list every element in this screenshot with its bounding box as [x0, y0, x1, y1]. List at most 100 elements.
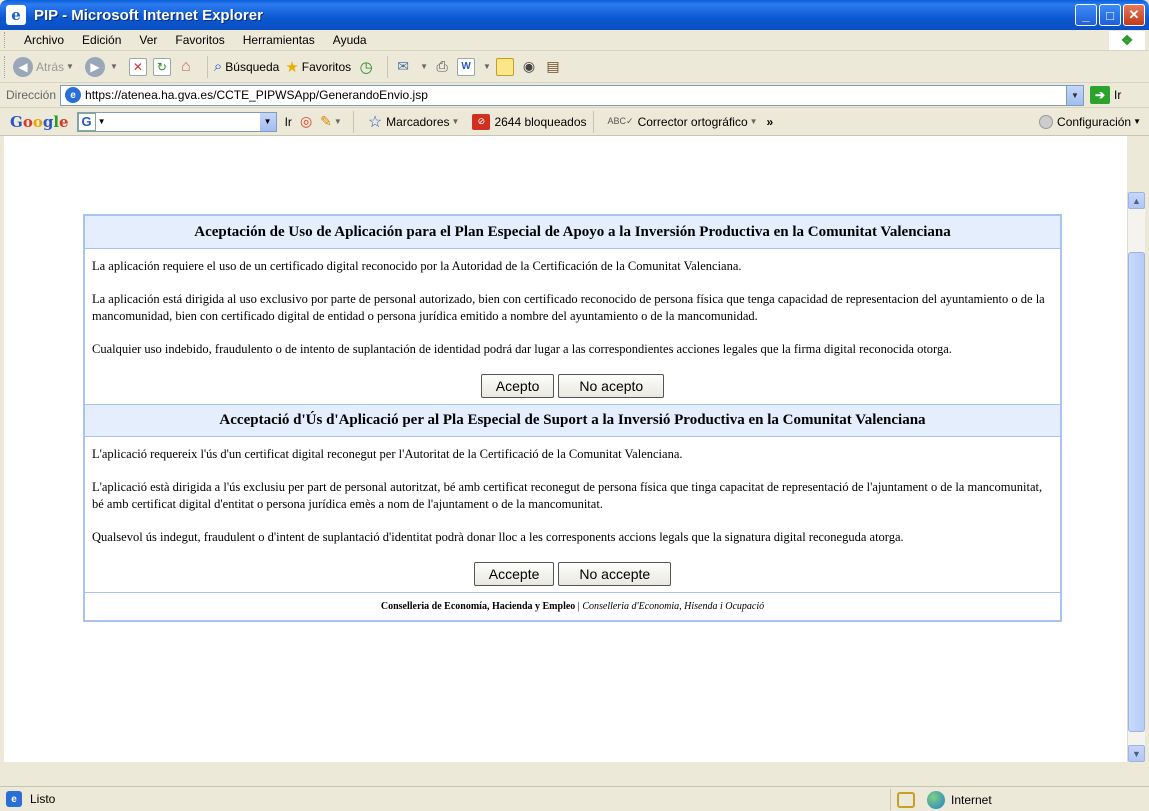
star-outline-icon: ☆ — [367, 113, 383, 131]
research-icon[interactable]: ▤ — [544, 58, 562, 76]
print-icon[interactable]: ⎙ — [433, 58, 451, 76]
more-chevron-icon[interactable]: » — [767, 115, 774, 129]
chevron-down-icon[interactable]: ▼ — [98, 117, 106, 126]
google-go-label: Ir — [284, 114, 292, 129]
spellcheck-icon: ABC✓ — [607, 116, 634, 126]
menu-ver[interactable]: Ver — [130, 33, 166, 47]
page-viewport — [4, 136, 1127, 192]
back-arrow-icon: ◀ — [13, 56, 33, 77]
valencian-title: Acceptació d'Ús d'Aplicació per al Pla E… — [85, 404, 1060, 437]
standard-toolbar: ◀ Atrás ▼ ▶ ▼ ✕ ↻ ⌂ ⌕ Búsqueda ★ Favorit… — [0, 51, 1149, 83]
acepto-button[interactable]: Acepto — [480, 374, 555, 398]
window-title: PIP - Microsoft Internet Explorer — [34, 6, 263, 24]
chevron-down-icon[interactable]: ▼ — [483, 62, 491, 71]
google-g-icon[interactable]: G — [77, 112, 96, 131]
history-icon[interactable]: ◷ — [357, 58, 375, 76]
google-search-input[interactable]: G ▼ ▼ — [76, 111, 277, 132]
scroll-thumb[interactable] — [1128, 252, 1145, 732]
go-button[interactable]: ➔ Ir — [1090, 86, 1121, 104]
menu-archivo[interactable]: Archivo — [15, 33, 73, 47]
toolbar-grip[interactable] — [4, 32, 7, 48]
popup-blocker-button[interactable]: ⊘ 2644 bloqueados — [472, 113, 587, 130]
settings-circle-icon — [1039, 114, 1054, 129]
home-icon[interactable]: ⌂ — [177, 58, 195, 76]
toolbar-separator — [387, 55, 389, 78]
search-label: Búsqueda — [225, 59, 280, 74]
valencian-paragraph: L'aplicació requereix l'ús d'un certific… — [92, 447, 683, 461]
footer-separator: | — [575, 601, 583, 612]
go-label: Ir — [1114, 88, 1122, 102]
chevron-down-icon[interactable]: ▼ — [334, 117, 342, 126]
blocked-label: 2644 bloqueados — [494, 114, 587, 129]
messenger-icon[interactable]: ◉ — [520, 58, 538, 76]
google-settings-button[interactable]: Configuración ▼ — [1039, 114, 1141, 129]
title-bar: e PIP - Microsoft Internet Explorer _ □ … — [0, 0, 1149, 30]
acceptance-panel: Aceptación de Uso de Aplicación para el … — [83, 214, 1062, 622]
no-acepto-button[interactable]: No acepto — [558, 374, 665, 398]
vertical-scrollbar[interactable]: ▲ ▼ — [1127, 192, 1145, 762]
window-frame — [4, 762, 1145, 786]
refresh-icon[interactable]: ↻ — [152, 57, 171, 76]
address-bar: Dirección e https://atenea.ha.gva.es/CCT… — [0, 83, 1149, 108]
toolbar-separator — [592, 110, 594, 133]
status-text: Listo — [30, 792, 56, 806]
scroll-down-button[interactable]: ▼ — [1128, 745, 1145, 762]
menu-herramientas[interactable]: Herramientas — [234, 33, 324, 47]
forward-button[interactable]: ▶ ▼ — [84, 56, 123, 77]
valencian-body: L'aplicació requereix l'ús d'un certific… — [85, 437, 1060, 546]
back-button[interactable]: ◀ Atrás ▼ — [13, 56, 79, 77]
favorites-button[interactable]: ★ Favoritos — [285, 58, 351, 76]
close-button[interactable]: ✕ — [1123, 4, 1145, 26]
address-dropdown-icon[interactable]: ▼ — [1066, 85, 1084, 105]
google-go-button[interactable]: Ir — [285, 115, 292, 129]
footer-spanish: Conselleria de Economía, Hacienda y Empl… — [380, 601, 576, 612]
mail-icon[interactable]: ✉ — [394, 58, 412, 76]
toolbar-separator — [352, 110, 354, 133]
menu-favoritos[interactable]: Favoritos — [166, 33, 233, 47]
windows-logo-icon: ❖ — [1109, 31, 1145, 50]
menu-edicion[interactable]: Edición — [73, 33, 130, 47]
chevron-down-icon: ▼ — [1133, 117, 1141, 126]
spanish-paragraph: La aplicación está dirigida al uso exclu… — [92, 292, 1045, 323]
search-icon: ⌕ — [213, 58, 223, 75]
page-icon: e — [65, 87, 82, 103]
stop-icon[interactable]: ✕ — [128, 57, 147, 76]
search-dropdown-icon[interactable]: ▼ — [259, 112, 276, 131]
pagerank-icon[interactable]: ◎ — [300, 113, 312, 130]
no-accepte-button[interactable]: No accepte — [558, 562, 672, 586]
footer: Conselleria de Economía, Hacienda y Empl… — [85, 592, 1060, 620]
search-button[interactable]: ⌕ Búsqueda — [214, 58, 279, 75]
address-url[interactable]: https://atenea.ha.gva.es/CCTE_PIPWSApp/G… — [85, 88, 428, 102]
spanish-paragraph: Cualquier uso indebido, fraudulento o de… — [92, 342, 952, 356]
notes-icon[interactable] — [495, 57, 514, 76]
status-bar: e Listo Internet — [0, 786, 1149, 811]
chevron-down-icon: ▼ — [451, 117, 460, 126]
globe-icon — [927, 790, 945, 809]
maximize-button[interactable]: □ — [1099, 4, 1121, 26]
spanish-paragraph: La aplicación requiere el uso de un cert… — [92, 259, 742, 273]
valencian-button-row: Accepte No accepte — [85, 560, 1060, 592]
page-status-icon: e — [6, 791, 22, 807]
chevron-down-icon[interactable]: ▼ — [420, 62, 428, 71]
accepte-button[interactable]: Accepte — [473, 562, 555, 586]
minimize-button[interactable]: _ — [1075, 4, 1097, 26]
address-input[interactable]: e https://atenea.ha.gva.es/CCTE_PIPWSApp… — [60, 84, 1085, 106]
toolbar-separator — [206, 55, 208, 78]
back-label: Atrás — [36, 59, 65, 74]
edit-word-icon[interactable]: W — [457, 57, 476, 76]
security-zone: Internet — [890, 789, 1145, 810]
spanish-body: La aplicación requiere el uso de un cert… — [85, 249, 1060, 358]
highlight-icon[interactable]: ✎ — [320, 113, 332, 130]
scroll-up-button[interactable]: ▲ — [1128, 192, 1145, 209]
google-logo[interactable]: Google — [10, 113, 69, 131]
popup-blocker-icon: ⊘ — [472, 113, 491, 130]
spellcheck-button[interactable]: ABC✓ Corrector ortográfico ▼ » — [608, 115, 774, 129]
menu-ayuda[interactable]: Ayuda — [324, 33, 376, 47]
bookmarks-button[interactable]: ☆ Marcadores ▼ — [368, 112, 465, 132]
lock-icon[interactable] — [897, 791, 915, 808]
footer-valencian: Conselleria d'Economia, Hisenda i Ocupac… — [582, 601, 765, 612]
chevron-down-icon[interactable]: ▼ — [66, 62, 74, 71]
toolbar-grip[interactable] — [4, 55, 7, 78]
address-label: Dirección — [6, 88, 57, 102]
chevron-down-icon[interactable]: ▼ — [110, 62, 118, 71]
